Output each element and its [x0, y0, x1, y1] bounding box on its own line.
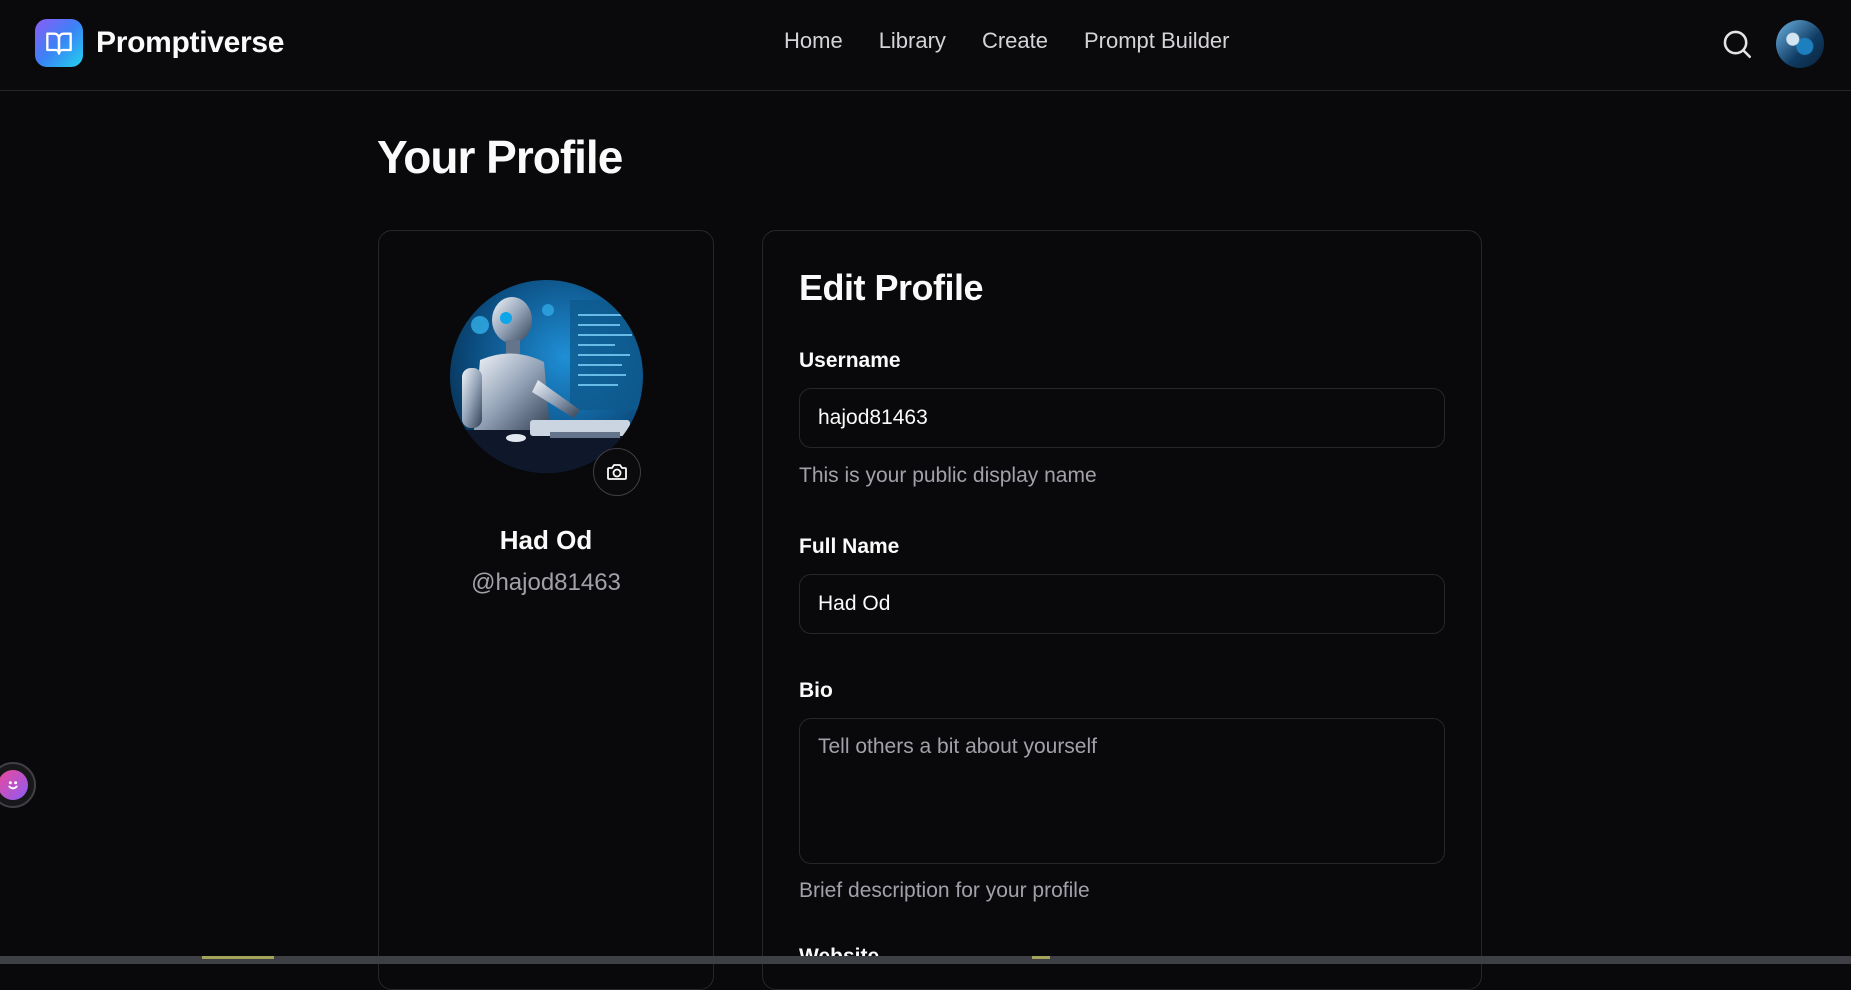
nav-library[interactable]: Library: [879, 28, 946, 54]
brand-logo[interactable]: Promptiverse: [35, 19, 284, 67]
horizontal-scrollbar[interactable]: [0, 956, 1851, 964]
username-label: Username: [799, 349, 901, 372]
top-header: Promptiverse Home Library Create Prompt …: [0, 0, 1851, 91]
nav-prompt-builder[interactable]: Prompt Builder: [1084, 28, 1230, 54]
scrollbar-mark: [1032, 956, 1050, 959]
bio-label: Bio: [799, 679, 833, 702]
camera-icon[interactable]: [593, 448, 641, 496]
nav-home[interactable]: Home: [784, 28, 843, 54]
profile-handle: @hajod81463: [471, 569, 621, 596]
edit-profile-title: Edit Profile: [799, 267, 984, 308]
edit-profile-card: Edit Profile Username This is your publi…: [762, 230, 1482, 990]
fullname-input[interactable]: [799, 574, 1445, 634]
main-nav: Home Library Create Prompt Builder: [784, 28, 1230, 54]
fullname-label: Full Name: [799, 535, 900, 558]
nav-create[interactable]: Create: [982, 28, 1048, 54]
search-icon[interactable]: [1720, 27, 1754, 61]
user-avatar[interactable]: [1776, 20, 1824, 68]
profile-avatar: [450, 280, 643, 473]
bio-textarea[interactable]: [799, 718, 1445, 864]
chat-widget-button[interactable]: [0, 762, 36, 808]
username-input[interactable]: [799, 388, 1445, 448]
avatar-container: [450, 280, 643, 496]
page-title: Your Profile: [377, 131, 623, 183]
smile-icon: [0, 770, 28, 800]
scrollbar-mark: [202, 956, 274, 959]
profile-card: Had Od @hajod81463: [378, 230, 714, 990]
brand-name: Promptiverse: [96, 26, 285, 59]
book-icon: [35, 19, 83, 67]
bio-help: Brief description for your profile: [799, 879, 1090, 902]
profile-name: Had Od: [499, 525, 593, 555]
username-help: This is your public display name: [799, 464, 1097, 487]
